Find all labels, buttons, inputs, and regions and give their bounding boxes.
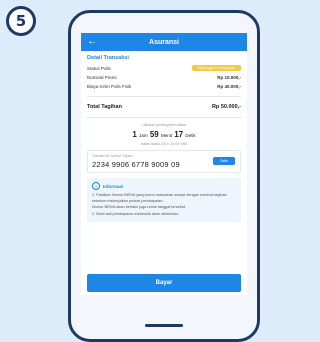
arrow-left-icon[interactable]: ← [87,33,97,51]
countdown-timer: 1 Jam 59 Menit 17 Detik [91,130,237,139]
pay-button[interactable]: Bayar [87,274,241,292]
virtual-account-box: Transfer ke Nomor Tujuan 2234 9906 6778 … [87,150,241,173]
total-value: Rp 50.000,- [211,104,241,110]
info-panel: i Informasi 1. Pastikan Nomor BRIVA yang… [87,178,241,222]
shipping-fee-row: Biaya Kirim Polis Fisik Rp 40.000,- [81,82,247,91]
status-badge: Menunggu Pembayaran [191,65,241,71]
countdown-hours-unit: Jam [139,133,148,138]
info-item: 1. Pastikan Nomor BRIVA yang kamu masukk… [92,193,227,203]
info-item: 2. Bukti asli pembayaran elektronik akan… [92,211,180,216]
info-icon: i [92,182,100,190]
countdown-seconds: 17 [174,130,184,139]
premium-label: Nominal Premi [87,75,117,80]
total-row: Total Tagihan Rp 50.000,- [81,102,247,112]
payment-deadline: batas waktu 2019, 15:09 WIB [141,142,187,146]
step-number-badge: 5 [6,6,36,36]
page-title: Asuransi [149,38,179,46]
phone-frame: ← Asuransi Detail Transaksi Status Polis… [68,10,260,342]
countdown-seconds-unit: Detik [185,133,196,138]
status-label: Status Polis [87,65,111,71]
premium-value: Rp 10.000,- [217,75,241,80]
transaction-detail-title: Detail Transaksi [87,55,129,61]
status-row: Status Polis Menunggu Pembayaran [81,63,247,73]
copy-button[interactable]: Salin [213,157,235,165]
premium-row: Nominal Premi Rp 10.000,- [81,73,247,82]
countdown-minutes: 59 [149,130,159,139]
phone-screen: ← Asuransi Detail Transaksi Status Polis… [81,33,247,295]
app-header: ← Asuransi [81,33,247,51]
shipping-fee-label: Biaya Kirim Polis Fisik [87,84,132,89]
divider [87,96,241,97]
home-indicator [145,324,183,327]
payment-countdown: Lakukan pembayaran dalam 1 Jam 59 Menit … [91,123,237,146]
total-label: Total Tagihan [87,104,122,110]
divider [87,117,241,118]
countdown-minutes-unit: Menit [160,133,172,138]
shipping-fee-value: Rp 40.000,- [217,84,241,89]
info-item: Nomor BRIVA akan berlaku juga untuk tang… [92,205,187,209]
countdown-hours: 1 [132,130,137,139]
info-header: i Informasi [92,182,236,190]
countdown-hint: Lakukan pembayaran dalam [141,123,187,127]
info-title: Informasi [103,183,124,189]
